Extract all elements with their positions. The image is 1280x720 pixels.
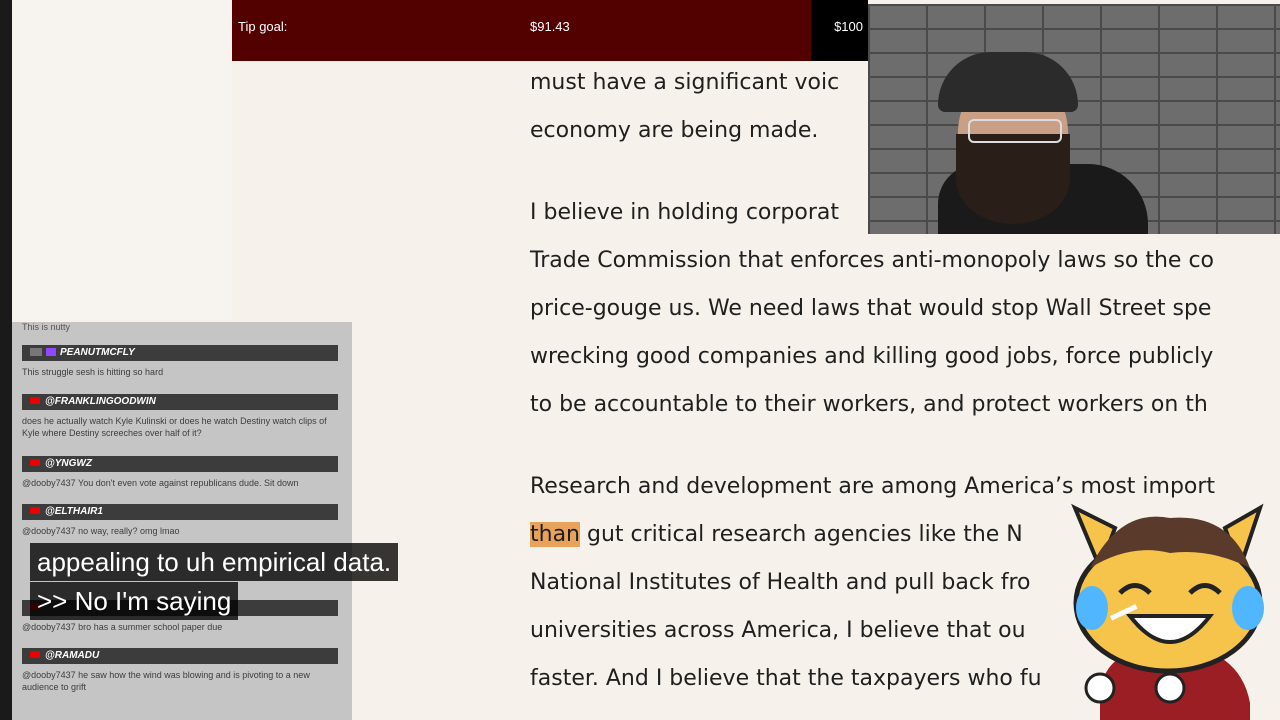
- youtube-icon: [30, 396, 40, 404]
- article-line: I believe in holding corporat: [530, 200, 840, 225]
- article-line: price-gouge us. We need laws that would …: [530, 296, 1212, 321]
- article-line: universities across America, I believe t…: [530, 618, 1026, 643]
- caption-line: appealing to uh empirical data.: [30, 543, 399, 581]
- youtube-icon: [30, 458, 40, 466]
- chat-username: PEANUTMCFLY: [22, 345, 338, 361]
- chat-message: @dooby7437 You don't even vote against r…: [22, 478, 299, 488]
- article-line-highlighted: than gut critical research agencies like…: [530, 522, 1023, 547]
- article-line: Research and development are among Ameri…: [530, 474, 1216, 499]
- chat-message: This is nutty: [22, 322, 71, 332]
- webcam-overlay: [868, 4, 1280, 234]
- article-line: wrecking good companies and killing good…: [530, 344, 1214, 369]
- tip-goal-label: Tip goal:: [238, 19, 288, 34]
- youtube-icon: [30, 506, 40, 514]
- article-line: to be accountable to their workers, and …: [530, 392, 1208, 417]
- chat-username: @FRANKLINGOODWIN: [22, 394, 338, 410]
- cat-mascot-icon: [1071, 503, 1264, 720]
- chat-username: @YNGWZ: [22, 456, 338, 472]
- article-line: National Institutes of Health and pull b…: [530, 570, 1031, 595]
- left-edge-strip: [0, 0, 12, 720]
- streamer-beard: [956, 134, 1070, 224]
- article-line-rest: gut critical research agencies like the …: [587, 522, 1023, 547]
- caption-line: >> No I'm saying: [30, 582, 239, 620]
- chat-message: @dooby7437 no way, really? omg lmao: [22, 526, 180, 536]
- highlighted-word: than: [530, 522, 580, 547]
- twitch-icon: [46, 348, 56, 357]
- chat-overlay: This is nutty PEANUTMCFLY This struggle …: [12, 322, 352, 720]
- blank-panel: [12, 0, 232, 320]
- article-line: Trade Commission that enforces anti-mono…: [530, 248, 1215, 273]
- article-line: faster. And I believe that the taxpayers…: [530, 666, 1042, 691]
- user-badge-icon: [30, 348, 42, 357]
- chat-message: does he actually watch Kyle Kulinski or …: [22, 416, 327, 438]
- streamer-glasses: [968, 119, 1062, 143]
- chat-message: @dooby7437 he saw how the wind was blowi…: [22, 670, 310, 692]
- chat-message: This struggle sesh is hitting so hard: [22, 367, 164, 377]
- chat-username: @RAMADU: [22, 648, 338, 664]
- chat-message: @dooby7437 bro has a summer school paper…: [22, 622, 223, 632]
- youtube-icon: [30, 650, 40, 658]
- article-line: must have a significant voic: [530, 70, 840, 95]
- chat-username: @ELTHAIR1: [22, 504, 338, 520]
- article-line: economy are being made.: [530, 118, 819, 143]
